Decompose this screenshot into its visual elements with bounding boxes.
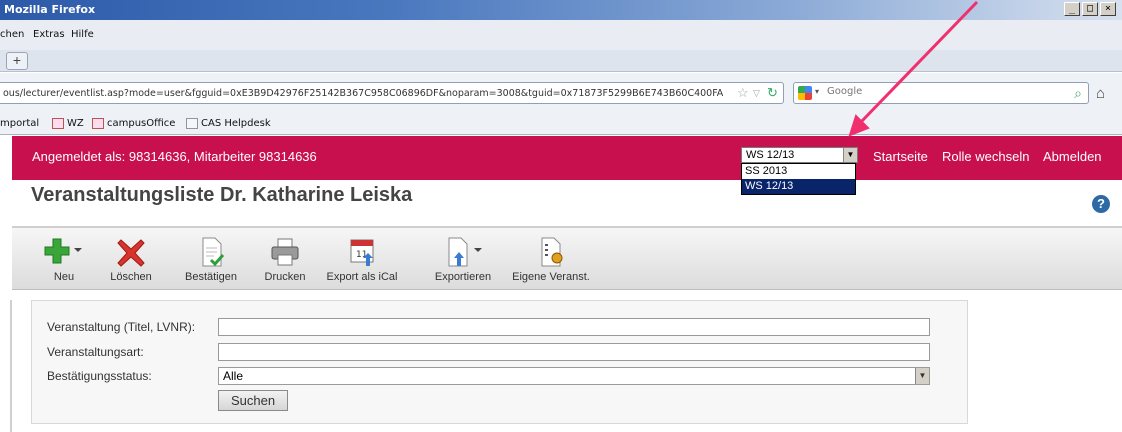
toolbar-button-exportieren[interactable]: Exportieren: [426, 232, 500, 288]
search-bar[interactable]: ▾ ⌕: [793, 82, 1089, 104]
bestaetigungsstatus-value: Alle: [223, 369, 244, 383]
semester-option[interactable]: SS 2013: [742, 164, 855, 179]
bookmark-cas-helpdesk[interactable]: CAS Helpdesk: [186, 118, 271, 129]
window-title: Mozilla Firefox: [4, 3, 96, 16]
link-rolle-wechseln[interactable]: Rolle wechseln: [942, 149, 1029, 164]
menu-item-extras[interactable]: Extras: [33, 29, 65, 40]
minimize-button[interactable]: _: [1064, 2, 1080, 16]
plus-icon: [44, 238, 82, 264]
dropdown-arrow-icon[interactable]: ▼: [915, 368, 929, 384]
window-titlebar: Mozilla Firefox _ □ ×: [0, 0, 1122, 20]
history-dropdown-icon[interactable]: ▽: [753, 88, 760, 99]
menu-item-hilfe[interactable]: Hilfe: [71, 29, 94, 40]
filter-form: Veranstaltung (Titel, LVNR): Veranstaltu…: [31, 300, 968, 424]
action-toolbar: Neu Löschen Bestätigen Drucken 11 Export…: [12, 228, 1122, 290]
search-magnifier-icon[interactable]: ⌕: [1074, 85, 1082, 102]
folder-bookmark-icon: [186, 118, 198, 129]
field-label-bestaetigungsstatus: Bestätigungsstatus:: [47, 369, 152, 383]
page-title: Veranstaltungsliste Dr. Katharine Leiska: [31, 184, 413, 206]
bookmarks-bar: mportal WZ campusOffice CAS Helpdesk: [0, 113, 1122, 135]
login-status: Angemeldet als: 98314636, Mitarbeiter 98…: [32, 149, 317, 164]
field-label-veranstaltungsart: Veranstaltungsart:: [47, 345, 144, 359]
dropdown-arrow-icon[interactable]: ▼: [843, 148, 857, 162]
window-controls: _ □ ×: [1064, 2, 1116, 16]
search-button[interactable]: Suchen: [218, 390, 288, 411]
help-icon[interactable]: ?: [1092, 195, 1110, 213]
bestaetigungsstatus-select[interactable]: Alle ▼: [218, 367, 930, 385]
own-events-icon: [541, 237, 563, 267]
calendar-bookmark-icon: [52, 118, 64, 129]
toolbar-button-loeschen[interactable]: Löschen: [98, 232, 164, 288]
semester-select-value: WS 12/13: [746, 149, 795, 161]
home-icon[interactable]: ⌂: [1096, 85, 1105, 102]
url-bar[interactable]: ☆ ▽ ↻: [0, 82, 784, 104]
veranstaltungsart-input[interactable]: [218, 343, 930, 361]
field-label-veranstaltung: Veranstaltung (Titel, LVNR):: [47, 320, 196, 334]
veranstaltung-input[interactable]: [218, 318, 930, 336]
navigation-bar: ☆ ▽ ↻ ▾ ⌕ ⌂: [0, 73, 1122, 113]
tab-strip: +: [0, 50, 1122, 72]
search-engine-dropdown-icon[interactable]: ▾: [815, 87, 819, 96]
search-input[interactable]: [827, 86, 1037, 97]
close-button[interactable]: ×: [1100, 2, 1116, 16]
bookmark-portal[interactable]: mportal: [0, 118, 39, 129]
semester-select[interactable]: WS 12/13 ▼: [741, 147, 858, 163]
toolbar-button-neu[interactable]: Neu: [40, 232, 88, 288]
toolbar-button-eigene-veranst[interactable]: Eigene Veranst.: [506, 232, 596, 288]
page-left-edge: [10, 300, 12, 432]
calendar-export-icon: 11: [350, 239, 374, 266]
link-startseite[interactable]: Startseite: [873, 149, 928, 164]
toolbar-label: Export als iCal: [326, 271, 398, 283]
toolbar-label: Exportieren: [434, 271, 492, 283]
toolbar-label: Neu: [53, 271, 75, 283]
google-logo-icon[interactable]: [798, 86, 812, 100]
toolbar-button-export-ical[interactable]: 11 Export als iCal: [318, 232, 406, 288]
bookmark-cas-helpdesk-label: CAS Helpdesk: [201, 118, 271, 129]
bookmark-portal-label: mportal: [0, 118, 40, 129]
url-input[interactable]: [3, 86, 723, 101]
semester-option-highlighted[interactable]: WS 12/13: [742, 179, 855, 194]
toolbar-button-bestaetigen[interactable]: Bestätigen: [176, 232, 246, 288]
link-abmelden[interactable]: Abmelden: [1043, 149, 1102, 164]
reload-icon[interactable]: ↻: [767, 85, 778, 101]
bookmark-campusoffice[interactable]: campusOffice: [92, 118, 175, 129]
new-tab-button[interactable]: +: [6, 52, 28, 70]
export-document-icon: [448, 237, 482, 267]
svg-text:11: 11: [356, 250, 367, 260]
toolbar-label: Eigene Veranst.: [512, 271, 590, 283]
toolbar-label: Bestätigen: [185, 271, 237, 283]
confirm-document-icon: [202, 237, 225, 267]
calendar-bookmark-icon: [92, 118, 104, 129]
maximize-button[interactable]: □: [1082, 2, 1098, 16]
site-header-bar: Angemeldet als: 98314636, Mitarbeiter 98…: [12, 136, 1122, 180]
bookmark-star-icon[interactable]: ☆: [737, 85, 749, 101]
bookmark-wz[interactable]: WZ: [52, 118, 84, 129]
toolbar-button-drucken[interactable]: Drucken: [256, 232, 314, 288]
delete-x-icon: [117, 239, 145, 267]
bookmark-campusoffice-label: campusOffice: [107, 118, 176, 129]
bookmark-wz-label: WZ: [67, 118, 84, 129]
toolbar-label: Drucken: [264, 271, 306, 283]
printer-icon: [271, 238, 299, 266]
menu-bar: chen Extras Hilfe: [0, 20, 1122, 50]
semester-options-list: SS 2013 WS 12/13: [741, 163, 856, 195]
toolbar-label: Löschen: [110, 271, 152, 283]
menu-item-chen[interactable]: chen: [0, 29, 24, 40]
